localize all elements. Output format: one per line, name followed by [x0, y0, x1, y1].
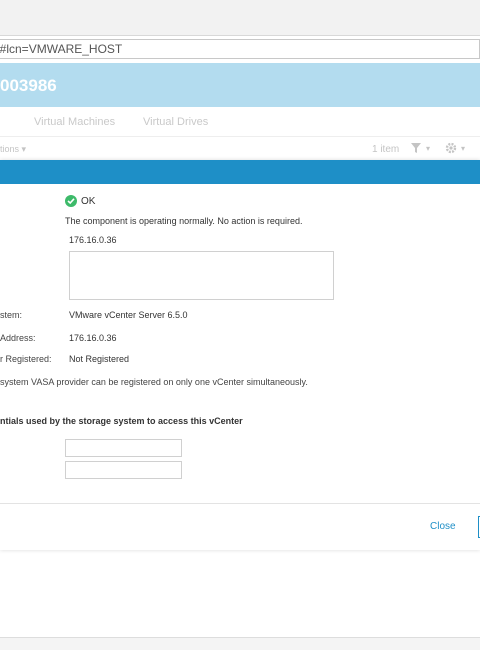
address-bar[interactable]: l#lcn=VMWARE_HOST	[0, 39, 480, 59]
status-description: The component is operating normally. No …	[65, 216, 303, 226]
address-label: Address:	[0, 333, 36, 343]
address-value: 176.16.0.36	[69, 333, 117, 343]
gear-icon[interactable]	[445, 142, 457, 157]
filter-dropdown-icon[interactable]: ▾	[426, 144, 430, 153]
registered-label: r Registered:	[0, 354, 52, 364]
settings-dropdown-icon[interactable]: ▾	[461, 144, 465, 153]
actions-menu[interactable]: tions ▾	[0, 144, 26, 155]
page-title: 003986	[0, 76, 57, 95]
credentials-section-title: ntials used by the storage system to acc…	[0, 416, 243, 426]
system-label: stem:	[0, 310, 23, 320]
dialog-header	[0, 160, 480, 184]
username-field[interactable]	[65, 439, 182, 457]
browser-chrome	[0, 0, 480, 36]
dialog-footer-divider	[0, 503, 480, 504]
system-value: VMware vCenter Server 6.5.0	[69, 310, 188, 320]
toolbar: tions ▾ 1 item ▾ ▾	[0, 140, 480, 160]
check-circle-icon	[65, 195, 77, 207]
item-count: 1 item	[372, 144, 400, 155]
chevron-down-icon: ▾	[21, 144, 27, 154]
tab-bar: Virtual Machines Virtual Drives	[0, 107, 480, 137]
vasa-note: system VASA provider can be registered o…	[0, 377, 308, 387]
description-textarea[interactable]	[69, 251, 334, 300]
address-text: l#lcn=VMWARE_HOST	[0, 42, 123, 56]
status-text: OK	[81, 196, 96, 207]
ip-value: 176.16.0.36	[69, 235, 117, 245]
password-field[interactable]	[65, 461, 182, 479]
tab-virtual-machines[interactable]: Virtual Machines	[34, 116, 115, 128]
actions-label: tions	[0, 144, 20, 154]
bottom-bar	[0, 637, 480, 650]
tab-virtual-drives[interactable]: Virtual Drives	[143, 116, 208, 128]
filter-icon[interactable]	[410, 142, 422, 157]
registered-value: Not Registered	[69, 354, 130, 364]
close-button[interactable]: Close	[430, 521, 456, 532]
page-banner: 003986	[0, 63, 480, 107]
